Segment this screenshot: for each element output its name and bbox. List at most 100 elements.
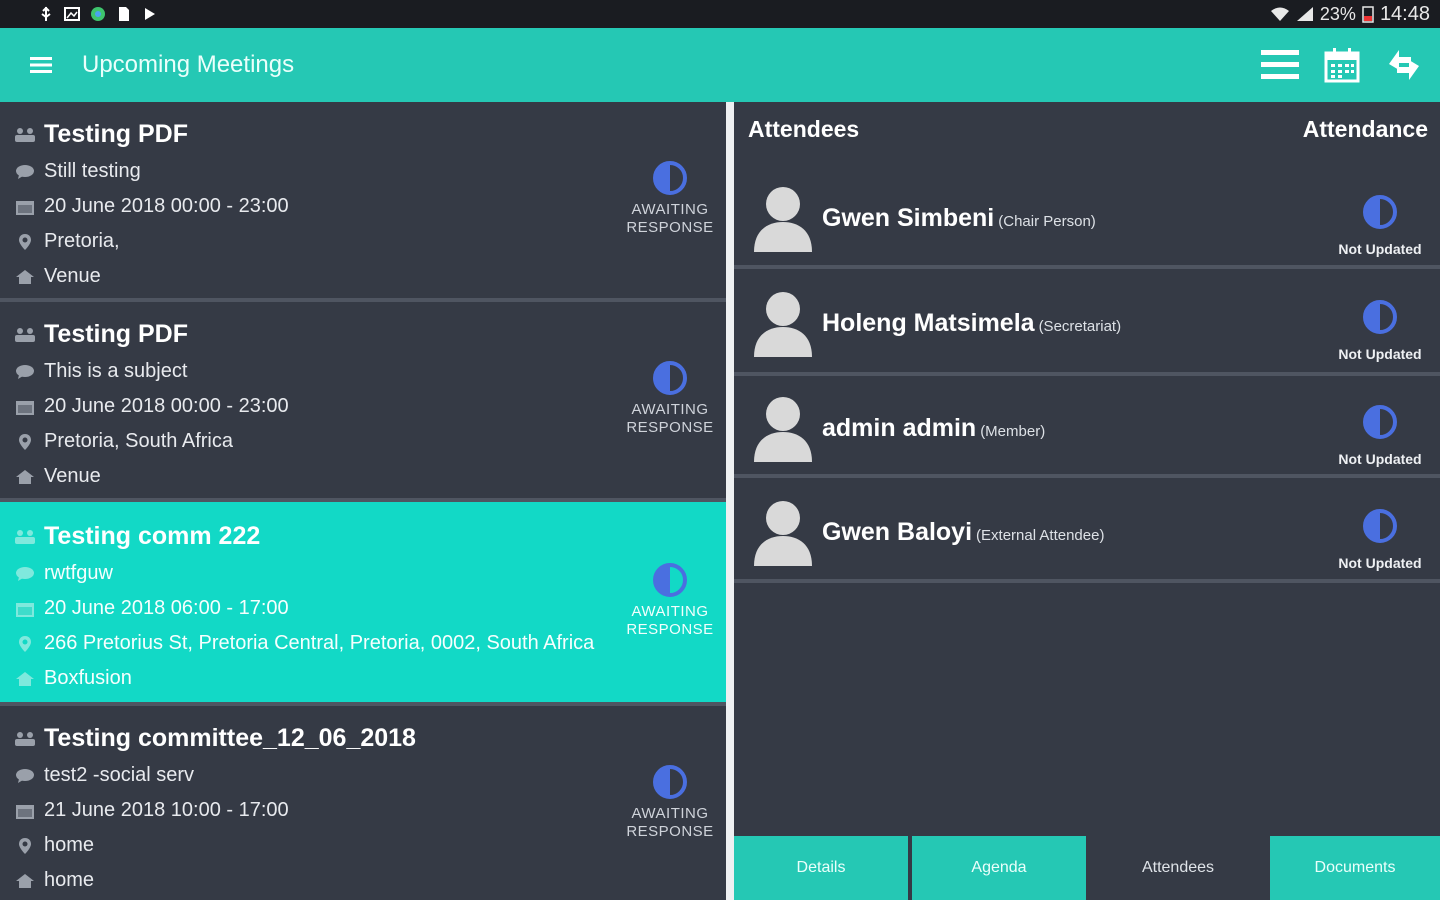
- attendance-status[interactable]: Not Updated: [1330, 299, 1430, 362]
- play-store-icon: [145, 8, 155, 20]
- notification-icons: [10, 6, 158, 22]
- meeting-location: Pretoria,: [44, 230, 120, 252]
- usb-icon: [41, 6, 51, 21]
- attendance-label: Not Updated: [1338, 555, 1422, 571]
- meeting-item-selected[interactable]: Testing comm 222 rwtfguw 20 June 2018 06…: [0, 502, 726, 702]
- sync-button[interactable]: [1384, 45, 1424, 85]
- meeting-list: Testing PDF Still testing 20 June 2018 0…: [0, 102, 726, 900]
- status-label: AWAITING RESPONSE: [626, 603, 714, 638]
- pane-divider: [726, 102, 734, 900]
- location-pin-icon: [14, 233, 36, 251]
- calendar-view-button[interactable]: [1322, 45, 1362, 85]
- document-icon: [119, 7, 129, 21]
- meeting-subject: Still testing: [44, 160, 141, 182]
- response-status: AWAITING RESPONSE: [620, 764, 720, 841]
- calendar-icon: [1324, 48, 1360, 83]
- attendee-name: Gwen Simbeni: [822, 204, 995, 232]
- attendees-header: Attendees: [748, 116, 860, 142]
- tab-agenda[interactable]: Agenda: [912, 836, 1086, 900]
- response-status: AWAITING RESPONSE: [620, 160, 720, 237]
- meeting-item[interactable]: Testing committee_12_06_2018 test2 -soci…: [0, 706, 726, 900]
- sync-icon: [1389, 50, 1419, 80]
- half-circle-status-icon: [1363, 509, 1397, 543]
- clock: 14:48: [1379, 2, 1430, 25]
- meeting-title: Testing committee_12_06_2018: [44, 724, 416, 752]
- group-icon: [14, 730, 36, 748]
- half-circle-status-icon: [1363, 195, 1397, 229]
- attendance-status[interactable]: Not Updated: [1330, 508, 1430, 571]
- half-circle-status-icon: [653, 765, 687, 799]
- meeting-title: Testing comm 222: [44, 522, 261, 550]
- meeting-item[interactable]: Testing PDF This is a subject 20 June 20…: [0, 302, 726, 498]
- battery-icon: [1362, 6, 1374, 23]
- avatar-icon: [754, 501, 812, 566]
- attendee-name: admin admin: [822, 414, 977, 442]
- system-status: 23% 14:48: [1270, 3, 1430, 26]
- calendar-icon: [14, 600, 36, 618]
- attendee-row[interactable]: Gwen Baloyi (External Attendee) Not Updat…: [734, 486, 1440, 589]
- calendar-icon: [14, 198, 36, 216]
- status-label: AWAITING RESPONSE: [626, 401, 714, 436]
- tab-attendees[interactable]: Attendees: [1090, 836, 1266, 900]
- menu-button[interactable]: [0, 28, 82, 102]
- attendance-header: Attendance: [1302, 116, 1428, 142]
- battery-percent: 23%: [1319, 3, 1356, 24]
- status-label: AWAITING RESPONSE: [626, 201, 714, 236]
- list-icon: [1261, 50, 1299, 79]
- attendee-row[interactable]: admin admin (Member) Not Updated: [734, 382, 1440, 485]
- half-circle-status-icon: [1363, 300, 1397, 334]
- attendee-row[interactable]: Gwen Simbeni (Chair Person) Not Updated: [734, 172, 1440, 275]
- meeting-venue: Venue: [44, 465, 101, 487]
- list-view-button[interactable]: [1260, 45, 1300, 85]
- location-pin-icon: [14, 635, 36, 653]
- attendance-label: Not Updated: [1338, 346, 1422, 362]
- meeting-subject: rwtfguw: [44, 562, 113, 584]
- home-icon: [14, 670, 36, 688]
- attendee-role: (Secretariat): [1038, 318, 1122, 335]
- attendance-status[interactable]: Not Updated: [1330, 194, 1430, 257]
- location-pin-icon: [14, 433, 36, 451]
- attendance-status[interactable]: Not Updated: [1330, 404, 1430, 467]
- meeting-title: Testing PDF: [44, 120, 188, 148]
- attendee-name: Gwen Baloyi: [822, 518, 973, 546]
- comment-icon: [14, 163, 36, 181]
- meeting-date: 21 June 2018 10:00 - 17:00: [44, 799, 289, 821]
- signal-icon: [1296, 7, 1313, 21]
- status-bar: 23% 14:48: [0, 0, 1440, 28]
- home-icon: [14, 872, 36, 890]
- attendance-label: Not Updated: [1338, 451, 1422, 467]
- comment-icon: [14, 565, 36, 583]
- avatar-icon: [754, 187, 812, 252]
- divider: [734, 474, 1440, 478]
- attendee-name: Holeng Matsimela: [822, 309, 1035, 337]
- attendee-role: (Chair Person): [998, 213, 1096, 230]
- meeting-date: 20 June 2018 00:00 - 23:00: [44, 195, 289, 217]
- half-circle-status-icon: [653, 361, 687, 395]
- attendee-role: (External Attendee): [976, 527, 1105, 544]
- attendee-row[interactable]: Holeng Matsimela (Secretariat) Not Update…: [734, 277, 1440, 380]
- divider: [734, 265, 1440, 269]
- meeting-item[interactable]: Testing PDF Still testing 20 June 2018 0…: [0, 102, 726, 298]
- tab-details[interactable]: Details: [734, 836, 908, 900]
- meeting-location: 266 Pretorius St, Pretoria Central, Pret…: [44, 632, 595, 654]
- app-bar: Upcoming Meetings: [0, 28, 1440, 102]
- wifi-icon: [1270, 7, 1289, 21]
- meeting-date: 20 June 2018 00:00 - 23:00: [44, 395, 289, 417]
- tab-documents[interactable]: Documents: [1270, 836, 1440, 900]
- attendance-label: Not Updated: [1338, 241, 1422, 257]
- comment-icon: [14, 767, 36, 785]
- home-icon: [14, 468, 36, 486]
- page-title: Upcoming Meetings: [82, 51, 295, 78]
- group-icon: [14, 528, 36, 546]
- calendar-icon: [14, 398, 36, 416]
- meeting-date: 20 June 2018 06:00 - 17:00: [44, 597, 289, 619]
- meeting-venue: Boxfusion: [44, 667, 132, 689]
- response-status: AWAITING RESPONSE: [620, 562, 720, 639]
- location-pin-icon: [14, 837, 36, 855]
- half-circle-status-icon: [653, 161, 687, 195]
- divider: [734, 372, 1440, 376]
- meeting-title: Testing PDF: [44, 320, 188, 348]
- response-status: AWAITING RESPONSE: [620, 360, 720, 437]
- chrome-icon: [91, 7, 105, 21]
- meeting-location: Pretoria, South Africa: [44, 430, 233, 452]
